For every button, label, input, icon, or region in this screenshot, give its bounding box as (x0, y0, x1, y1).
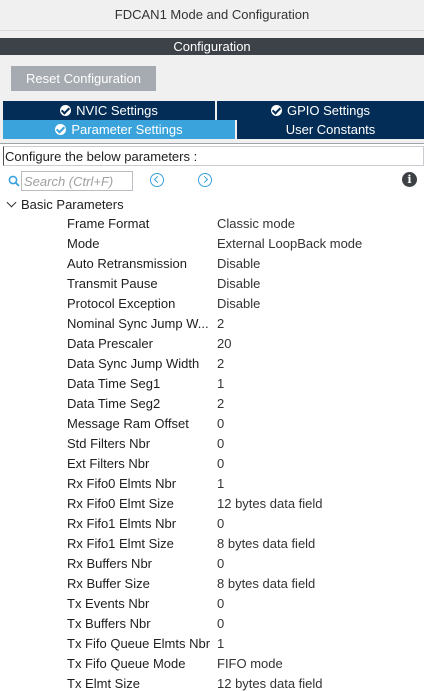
param-name: Rx Buffers Nbr (67, 556, 153, 571)
table-row[interactable]: Rx Buffer Size 8 bytes data field (0, 574, 424, 594)
table-row[interactable]: Data Sync Jump Width 2 (0, 354, 424, 374)
table-row[interactable]: Tx Events Nbr 0 (0, 594, 424, 614)
param-value[interactable]: 1 (217, 374, 422, 394)
param-name: Tx Elmt Size (67, 676, 140, 691)
parameter-list: Frame Format Classic mode Mode External Lo… (0, 214, 424, 691)
window-title: FDCAN1 Mode and Configuration (0, 0, 424, 30)
param-value[interactable]: 0 (217, 434, 422, 454)
param-value[interactable]: 0 (217, 514, 422, 534)
tab-label: Parameter Settings (71, 122, 183, 137)
tab-nvic-settings[interactable]: NVIC Settings (3, 101, 215, 120)
param-name: Data Time Seg2 (67, 396, 161, 411)
tab-user-constants[interactable]: User Constants (237, 120, 424, 139)
param-name: Std Filters Nbr (67, 436, 151, 451)
table-row[interactable]: Frame Format Classic mode (0, 214, 424, 234)
param-value[interactable]: 1 (217, 474, 422, 494)
table-row[interactable]: Data Time Seg2 2 (0, 394, 424, 414)
search-next-icon[interactable] (198, 173, 212, 187)
table-row[interactable]: Tx Elmt Size 12 bytes data field (0, 674, 424, 691)
param-value[interactable]: 0 (217, 414, 422, 434)
reset-configuration-button[interactable]: Reset Configuration (11, 66, 156, 91)
param-value[interactable]: Disable (217, 294, 422, 314)
param-value[interactable]: 0 (217, 614, 422, 634)
table-row[interactable]: Data Prescaler 20 (0, 334, 424, 354)
table-row[interactable]: Std Filters Nbr 0 (0, 434, 424, 454)
param-value[interactable]: External LoopBack mode (217, 234, 422, 254)
param-name: Protocol Exception (67, 296, 176, 311)
tab-label: GPIO Settings (286, 103, 371, 118)
param-name: Frame Format (67, 216, 150, 231)
search-previous-icon[interactable] (150, 173, 164, 187)
section-title: Configuration (0, 38, 424, 55)
instructions-label: Configure the below parameters : (3, 146, 424, 166)
param-name: Rx Fifo1 Elmts Nbr (67, 516, 177, 531)
param-value[interactable]: 0 (217, 594, 422, 614)
param-value[interactable]: Classic mode (217, 214, 422, 234)
param-name: Rx Fifo0 Elmt Size (67, 496, 174, 511)
table-row[interactable]: Auto Retransmission Disable (0, 254, 424, 274)
table-row[interactable]: Protocol Exception Disable (0, 294, 424, 314)
param-value[interactable]: 12 bytes data field (217, 674, 422, 691)
tab-label: NVIC Settings (76, 103, 158, 118)
param-value[interactable]: 8 bytes data field (217, 574, 422, 594)
param-value[interactable]: 2 (217, 394, 422, 414)
param-name: Transmit Pause (67, 276, 158, 291)
table-row[interactable]: Rx Fifo0 Elmt Size 12 bytes data field (0, 494, 424, 514)
param-value[interactable]: Disable (217, 254, 422, 274)
param-name: Ext Filters Nbr (67, 456, 150, 471)
search-icon[interactable] (8, 175, 20, 187)
check-circle-icon (270, 105, 282, 116)
param-value[interactable]: 12 bytes data field (217, 494, 422, 514)
table-row[interactable]: Message Ram Offset 0 (0, 414, 424, 434)
parameters-panel: Configure the below parameters : i Basic… (0, 143, 424, 691)
search-input[interactable] (21, 171, 133, 191)
param-value[interactable]: 8 bytes data field (217, 534, 422, 554)
param-name: Tx Fifo Queue Elmts Nbr (67, 636, 211, 651)
group-label: Basic Parameters (21, 196, 124, 212)
table-row[interactable]: Rx Fifo1 Elmt Size 8 bytes data field (0, 534, 424, 554)
table-row[interactable]: Nominal Sync Jump W... 2 (0, 314, 424, 334)
param-name: Message Ram Offset (67, 416, 189, 431)
group-basic-parameters[interactable]: Basic Parameters (6, 195, 124, 213)
table-row[interactable]: Tx Fifo Queue Mode FIFO mode (0, 654, 424, 674)
param-value[interactable]: 2 (217, 354, 422, 374)
param-name: Data Sync Jump Width (67, 356, 200, 371)
table-row[interactable]: Mode External LoopBack mode (0, 234, 424, 254)
param-name: Data Time Seg1 (67, 376, 161, 391)
tab-label: User Constants (285, 122, 376, 137)
table-row[interactable]: Ext Filters Nbr 0 (0, 454, 424, 474)
tab-gpio-settings[interactable]: GPIO Settings (217, 101, 424, 120)
param-name: Rx Buffer Size (67, 576, 150, 591)
param-value[interactable]: 20 (217, 334, 422, 354)
table-row[interactable]: Rx Fifo0 Elmts Nbr 1 (0, 474, 424, 494)
param-name: Data Prescaler (67, 336, 153, 351)
table-row[interactable]: Data Time Seg1 1 (0, 374, 424, 394)
param-value[interactable]: FIFO mode (217, 654, 422, 674)
param-name: Mode (67, 236, 100, 251)
check-circle-icon (60, 105, 72, 116)
table-row[interactable]: Tx Fifo Queue Elmts Nbr 1 (0, 634, 424, 654)
param-name: Rx Fifo0 Elmts Nbr (67, 476, 177, 491)
check-circle-icon (55, 124, 67, 135)
param-value[interactable]: Disable (217, 274, 422, 294)
info-icon[interactable]: i (402, 172, 417, 187)
table-row[interactable]: Tx Buffers Nbr 0 (0, 614, 424, 634)
param-name: Tx Fifo Queue Mode (67, 656, 186, 671)
param-value[interactable]: 1 (217, 634, 422, 654)
param-name: Rx Fifo1 Elmt Size (67, 536, 174, 551)
param-name: Tx Buffers Nbr (67, 616, 151, 631)
table-row[interactable]: Transmit Pause Disable (0, 274, 424, 294)
param-name: Nominal Sync Jump W... (67, 316, 209, 331)
param-name: Tx Events Nbr (67, 596, 150, 611)
chevron-down-icon (6, 197, 17, 207)
table-row[interactable]: Rx Buffers Nbr 0 (0, 554, 424, 574)
tab-parameter-settings[interactable]: Parameter Settings (3, 120, 235, 139)
table-row[interactable]: Rx Fifo1 Elmts Nbr 0 (0, 514, 424, 534)
param-value[interactable]: 0 (217, 454, 422, 474)
param-value[interactable]: 0 (217, 554, 422, 574)
param-value[interactable]: 2 (217, 314, 422, 334)
param-name: Auto Retransmission (67, 256, 187, 271)
title-divider (0, 30, 424, 38)
